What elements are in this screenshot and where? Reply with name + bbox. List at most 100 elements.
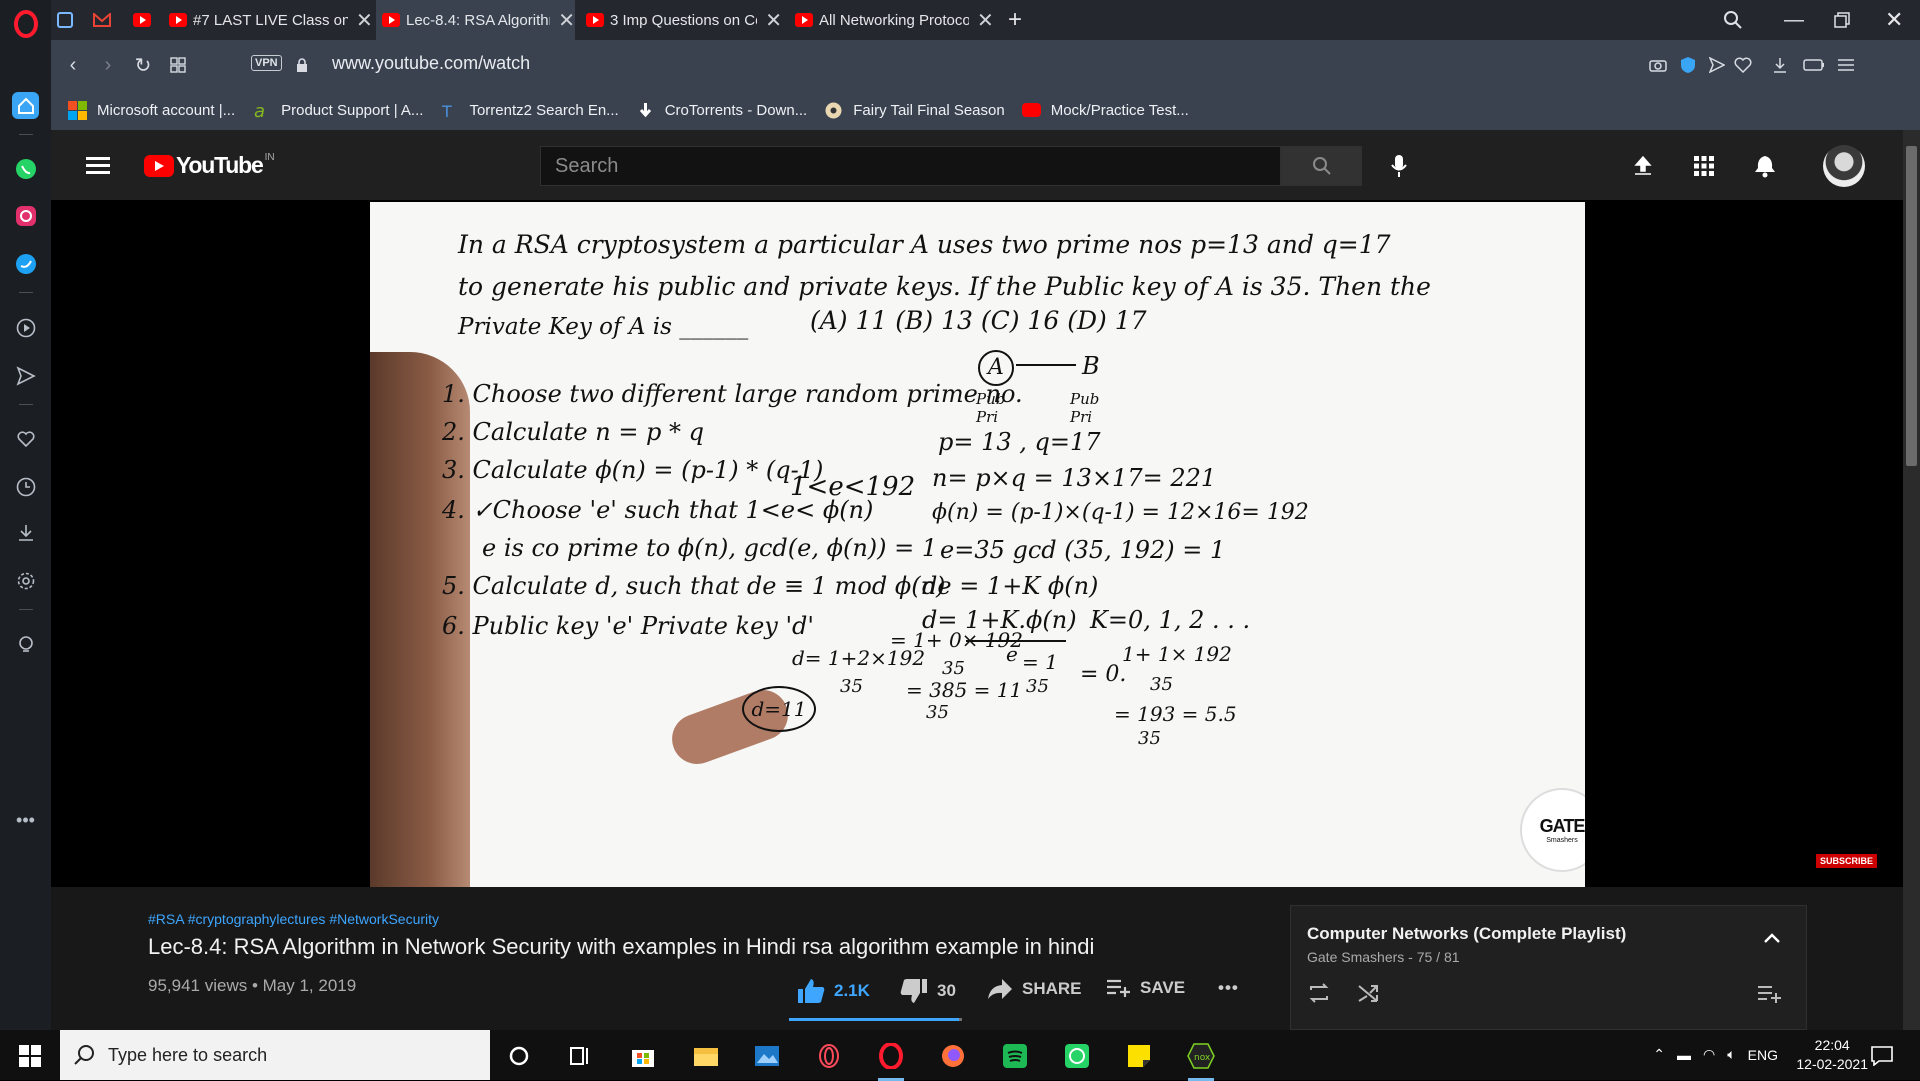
- close-icon[interactable]: ✕: [765, 8, 782, 33]
- tab-live-class[interactable]: #7 LAST LIVE Class on Com ✕: [169, 0, 374, 40]
- save-button[interactable]: SAVE: [1106, 978, 1185, 998]
- lightbulb-icon[interactable]: [12, 631, 39, 658]
- close-icon[interactable]: ✕: [558, 8, 575, 33]
- wifi-icon[interactable]: ◠: [1703, 1046, 1715, 1063]
- battery-icon[interactable]: ▬: [1677, 1047, 1691, 1063]
- volume-icon[interactable]: 🔈︎: [1727, 1046, 1735, 1063]
- close-window-icon[interactable]: ✕: [1885, 0, 1903, 40]
- bookmark-torrentz[interactable]: T Torrentz2 Search En...: [440, 101, 618, 120]
- menu-icon[interactable]: [86, 157, 110, 175]
- bookmark-crotorrents[interactable]: CroTorrents - Down...: [636, 101, 807, 120]
- language-indicator[interactable]: ENG: [1748, 1047, 1778, 1063]
- calc-e: e=35 gcd (35, 192) = 1: [940, 536, 1226, 564]
- heart-icon[interactable]: [1732, 52, 1754, 78]
- restore-icon[interactable]: [1834, 0, 1850, 40]
- scrollbar-thumb[interactable]: [1906, 146, 1917, 466]
- twitter-icon[interactable]: [12, 250, 39, 277]
- bookmark-fairy-tail[interactable]: Fairy Tail Final Season: [824, 101, 1005, 120]
- cortana-icon[interactable]: [504, 1041, 534, 1071]
- lock-icon[interactable]: [294, 52, 310, 78]
- opera-icon[interactable]: [876, 1041, 906, 1081]
- minimize-icon[interactable]: —: [1784, 0, 1804, 40]
- like-button[interactable]: 2.1K: [797, 978, 870, 1004]
- playlist-add-icon[interactable]: [1757, 984, 1783, 1004]
- store-icon[interactable]: [628, 1041, 658, 1071]
- search-input[interactable]: [540, 146, 1281, 186]
- settings-icon[interactable]: [12, 567, 39, 594]
- avatar[interactable]: [1823, 145, 1865, 187]
- windows-start-icon[interactable]: [15, 1041, 45, 1071]
- loop-icon[interactable]: [1307, 982, 1331, 1004]
- url-field[interactable]: www.youtube.com/watch: [332, 53, 530, 74]
- apps-grid-icon[interactable]: [1690, 152, 1718, 180]
- player-icon[interactable]: [12, 314, 39, 341]
- photos-icon[interactable]: [752, 1041, 782, 1071]
- nox-player-icon[interactable]: nox: [1186, 1041, 1216, 1081]
- new-tab-button[interactable]: +: [1008, 0, 1022, 40]
- battery-saver-icon[interactable]: [1801, 52, 1827, 78]
- shuffle-icon[interactable]: [1357, 982, 1381, 1004]
- video-player[interactable]: In a RSA cryptosystem a particular A use…: [51, 200, 1903, 887]
- tab-imp-questions[interactable]: 3 Imp Questions on Compu ✕: [586, 0, 782, 40]
- camera-icon[interactable]: [1647, 52, 1669, 78]
- notifications-bell-icon[interactable]: [1751, 152, 1779, 180]
- back-icon[interactable]: ‹: [61, 52, 85, 78]
- search-button[interactable]: [1281, 146, 1362, 186]
- chevron-up-icon[interactable]: [1763, 932, 1781, 944]
- tab-networking-protocols[interactable]: All Networking Protocols & ✕: [795, 0, 995, 40]
- tab-title: All Networking Protocols &: [819, 11, 969, 29]
- whatsapp-icon[interactable]: [12, 155, 39, 182]
- opera-gx-icon[interactable]: [814, 1041, 844, 1071]
- home-icon[interactable]: [12, 92, 39, 119]
- close-icon[interactable]: ✕: [356, 8, 373, 33]
- taskbar-search[interactable]: Type here to search: [60, 1030, 490, 1080]
- hashtags[interactable]: #RSA #cryptographylectures #NetworkSecur…: [148, 911, 439, 927]
- search-tabs-icon[interactable]: [1723, 0, 1743, 40]
- speed-dial-icon[interactable]: [166, 52, 190, 78]
- send-icon[interactable]: [1706, 52, 1728, 78]
- send-icon[interactable]: [12, 362, 39, 389]
- bookmark-mock-test[interactable]: Mock/Practice Test...: [1021, 102, 1189, 119]
- task-view-icon[interactable]: [565, 1041, 595, 1071]
- bookmark-product-support[interactable]: a Product Support | A...: [252, 101, 423, 120]
- acer-icon: a: [254, 101, 265, 120]
- whatsapp-icon[interactable]: [1062, 1041, 1092, 1071]
- youtube-icon: [169, 13, 187, 27]
- video-meta: 95,941 views • May 1, 2019: [148, 976, 357, 995]
- downloads-icon[interactable]: [12, 519, 39, 546]
- close-icon[interactable]: ✕: [977, 8, 994, 33]
- tab-youtube[interactable]: [133, 0, 163, 40]
- sticky-notes-icon[interactable]: [1124, 1041, 1154, 1071]
- bookmark-microsoft[interactable]: Microsoft account |...: [68, 100, 235, 120]
- more-actions-button[interactable]: •••: [1218, 978, 1239, 998]
- search-icon: [1312, 157, 1331, 175]
- playlist-title[interactable]: Computer Networks (Complete Playlist): [1307, 924, 1626, 944]
- forward-icon[interactable]: ›: [96, 52, 120, 78]
- tab-gmail[interactable]: [93, 0, 123, 40]
- shield-icon[interactable]: [1677, 52, 1699, 78]
- chevron-up-icon[interactable]: ⌃: [1653, 1046, 1665, 1063]
- upload-icon[interactable]: [1629, 152, 1657, 180]
- more-icon[interactable]: •••: [12, 807, 39, 834]
- vpn-badge[interactable]: VPN: [251, 55, 282, 71]
- history-icon[interactable]: [12, 473, 39, 500]
- microphone-icon[interactable]: [1385, 152, 1413, 180]
- subscribe-watermark[interactable]: SUBSCRIBE: [1816, 854, 1878, 868]
- reload-icon[interactable]: ↻: [131, 52, 155, 78]
- spotify-icon[interactable]: [1000, 1041, 1030, 1071]
- instagram-icon[interactable]: [12, 202, 39, 229]
- easy-setup-icon[interactable]: [1834, 52, 1858, 78]
- youtube-logo[interactable]: YouTube IN: [144, 152, 275, 179]
- file-explorer-icon[interactable]: [691, 1041, 721, 1071]
- heart-icon[interactable]: [12, 425, 39, 452]
- clock[interactable]: 22:04 12-02-2021: [1796, 1036, 1868, 1074]
- page-scrollbar[interactable]: [1903, 130, 1920, 1030]
- firefox-icon[interactable]: [938, 1041, 968, 1071]
- dislike-button[interactable]: 30: [900, 978, 956, 1004]
- download-icon[interactable]: [1769, 52, 1791, 78]
- notifications-icon[interactable]: [1867, 1041, 1897, 1071]
- opera-logo-icon[interactable]: [13, 10, 39, 38]
- share-button[interactable]: SHARE: [987, 978, 1082, 1000]
- tab-rsa-algorithm[interactable]: Lec-8.4: RSA Algorithm in N ✕: [376, 0, 575, 40]
- tab-speed-dial[interactable]: [57, 0, 87, 40]
